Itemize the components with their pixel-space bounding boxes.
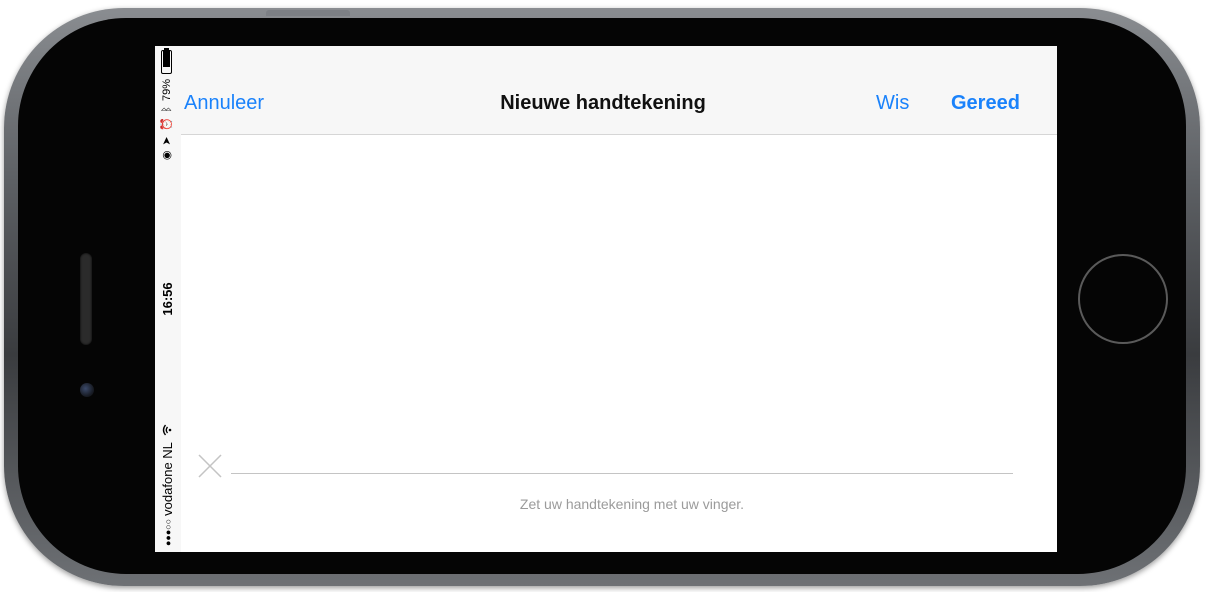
status-bar: ●●●○○ vodafone NL 16:56 ◉ ➤ ⏰ ᛒ 79% xyxy=(155,46,181,552)
page-title: Nieuwe handtekening xyxy=(181,92,1057,115)
alarm-icon: ⏰ xyxy=(161,117,173,132)
cancel-button[interactable]: Annuleer xyxy=(184,92,264,115)
screen: ●●●○○ vodafone NL 16:56 ◉ ➤ ⏰ ᛒ 79% Nieu… xyxy=(155,46,1057,552)
battery-fill xyxy=(163,51,170,67)
volume-button xyxy=(266,10,350,16)
navigation-bar: Nieuwe handtekening Annuleer Wis Gereed xyxy=(181,46,1057,135)
speaker-grille xyxy=(80,253,92,345)
signature-canvas[interactable]: Zet uw handtekening met uw vinger. xyxy=(181,135,1057,552)
done-button[interactable]: Gereed xyxy=(951,92,1020,115)
camera-icon xyxy=(80,383,94,397)
bluetooth-icon: ᛒ xyxy=(160,106,173,113)
signature-line xyxy=(231,473,1013,474)
battery-percent: 79% xyxy=(160,79,173,102)
signature-hint: Zet uw handtekening met uw vinger. xyxy=(519,496,745,512)
signature-x-icon xyxy=(198,454,222,478)
home-button[interactable] xyxy=(1078,254,1168,344)
battery-icon xyxy=(161,50,172,74)
clear-button[interactable]: Wis xyxy=(876,92,909,115)
location-icon: ◉ xyxy=(161,150,173,161)
page-title-text: Nieuwe handtekening xyxy=(500,92,706,114)
location-arrow-icon: ➤ xyxy=(161,136,173,146)
